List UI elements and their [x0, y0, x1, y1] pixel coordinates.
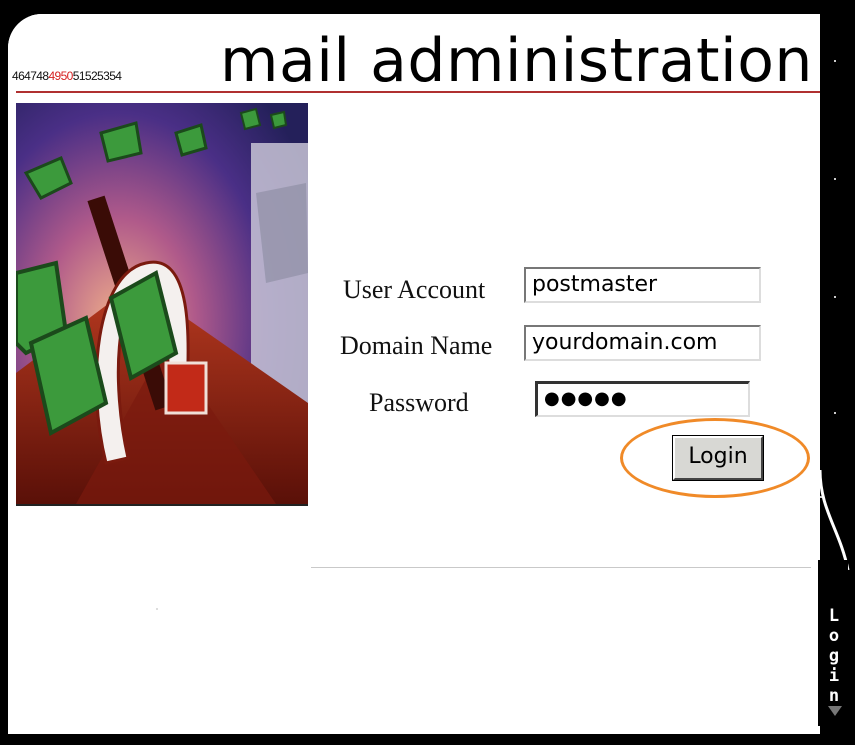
user-account-input[interactable]: postmaster	[524, 267, 761, 303]
ticker-highlight: 4950	[48, 69, 73, 83]
ticker-suffix: 51525354	[72, 69, 122, 83]
header-ticker: 464748495051525354	[12, 69, 122, 83]
main-panel: 464748495051525354 mail administration	[8, 14, 820, 734]
password-label: Password	[369, 388, 469, 417]
decor-dot	[834, 412, 836, 414]
mailbox-letters-illustration-icon	[16, 103, 308, 506]
login-button[interactable]: Login	[672, 435, 764, 481]
decor-dot	[156, 608, 158, 610]
password-input[interactable]: ●●●●●	[535, 381, 750, 417]
domain-name-label: Domain Name	[340, 331, 493, 360]
decor-dot	[820, 496, 822, 498]
user-account-label: User Account	[343, 275, 486, 304]
side-curve-decoration	[818, 470, 850, 570]
page-title: mail administration	[220, 26, 813, 96]
header-divider	[16, 91, 820, 93]
triangle-down-icon	[828, 706, 842, 716]
decor-dot	[834, 296, 836, 298]
decor-dot	[834, 60, 836, 62]
page-header: 464748495051525354 mail administration	[8, 14, 820, 96]
app-window: 464748495051525354 mail administration U…	[0, 0, 855, 745]
decor-dot	[834, 178, 836, 180]
domain-name-input[interactable]: yourdomain.com	[524, 325, 761, 361]
content-divider	[311, 567, 811, 568]
side-tab-label: Login	[828, 606, 840, 706]
ticker-prefix: 464748	[12, 69, 49, 83]
